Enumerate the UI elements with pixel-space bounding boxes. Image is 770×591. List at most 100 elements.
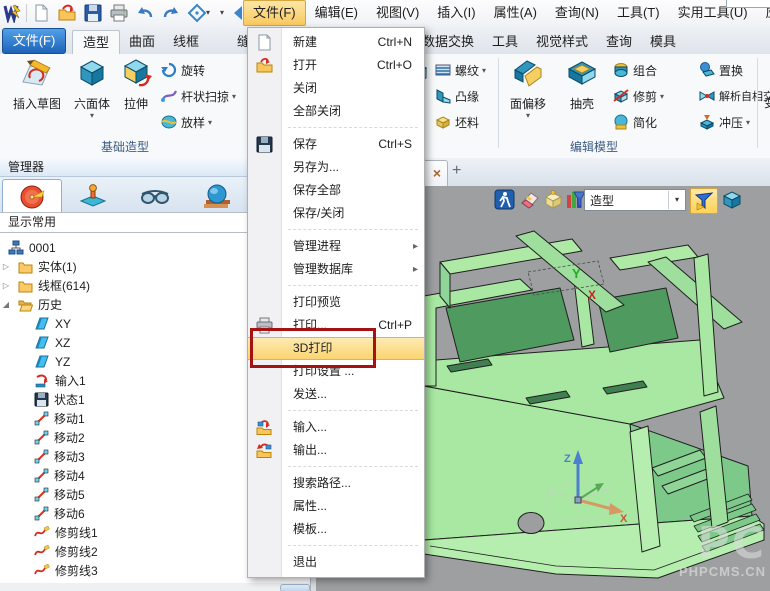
- color-filter-icon[interactable]: [565, 189, 586, 210]
- thread-button[interactable]: 螺纹▾: [434, 60, 486, 80]
- sphere-icon: [202, 182, 232, 210]
- menu-separator: [288, 410, 418, 412]
- ribbon-tab-tools[interactable]: 工具: [484, 30, 526, 53]
- menu-item-save-all[interactable]: 保存全部: [248, 179, 424, 202]
- menubar-item-file[interactable]: 文件(F): [243, 0, 306, 26]
- move-icon: [34, 487, 49, 502]
- customize-toolbar-icon[interactable]: ▾: [216, 3, 228, 23]
- redo-icon[interactable]: [161, 3, 181, 23]
- extrude-button[interactable]: 拉伸: [116, 56, 156, 112]
- open-file-icon[interactable]: [57, 3, 77, 23]
- menu-separator: [288, 285, 418, 287]
- undo-icon[interactable]: [135, 3, 155, 23]
- partial-ribbon-button[interactable]: 变: [764, 94, 770, 111]
- datum-box-icon[interactable]: [543, 189, 564, 210]
- ribbon-tab-surface[interactable]: 曲面: [120, 30, 164, 53]
- tab-visual-style-manager[interactable]: [126, 179, 184, 212]
- view-gesture-icon[interactable]: [187, 3, 207, 23]
- new-tab-button[interactable]: +: [452, 162, 461, 180]
- menu-item-open[interactable]: 打开Ctrl+O: [248, 54, 424, 77]
- trim-button[interactable]: 修剪▾: [612, 86, 664, 106]
- menu-item-save-as[interactable]: 另存为...: [248, 156, 424, 179]
- new-file-icon[interactable]: [31, 3, 51, 23]
- scrollbar-thumb[interactable]: [280, 584, 310, 591]
- loft-button[interactable]: 放样▾: [160, 112, 212, 132]
- dropdown-arrow-icon[interactable]: ▾: [660, 92, 664, 101]
- menu-item-exit[interactable]: 退出: [248, 551, 424, 574]
- menu-item-print[interactable]: 打印...Ctrl+P: [248, 314, 424, 337]
- import-icon: [256, 419, 273, 436]
- shaded-display-button[interactable]: [720, 189, 744, 211]
- menu-item-print-preview[interactable]: 打印预览: [248, 291, 424, 314]
- menu-item-new[interactable]: 新建Ctrl+N: [248, 31, 424, 54]
- menu-item-template[interactable]: 模板...: [248, 518, 424, 541]
- dropdown-arrow-icon[interactable]: ▾: [502, 112, 554, 120]
- stock-button[interactable]: 坯料: [434, 112, 479, 132]
- menubar-item-inquire[interactable]: 查询(N): [546, 0, 608, 26]
- menubar-item-attribute[interactable]: 属性(A): [485, 0, 546, 26]
- floating-window-fragment: [726, 0, 770, 8]
- rod-sweep-icon: [160, 87, 178, 105]
- menu-item-save-close[interactable]: 保存/关闭: [248, 202, 424, 225]
- chevron-down-icon: ▾: [668, 191, 685, 209]
- menu-item-close-all[interactable]: 全部关闭: [248, 100, 424, 123]
- menubar-item-view[interactable]: 视图(V): [367, 0, 428, 26]
- stock-icon: [434, 113, 452, 131]
- menu-item-import[interactable]: 输入...: [248, 416, 424, 439]
- menu-item-close[interactable]: 关闭: [248, 77, 424, 100]
- ribbon-tab-inquire[interactable]: 查询: [598, 30, 640, 53]
- menu-item-search-path[interactable]: 搜索路径...: [248, 472, 424, 495]
- menu-item-save[interactable]: 保存Ctrl+S: [248, 133, 424, 156]
- menu-item-export[interactable]: 输出...: [248, 439, 424, 462]
- resolve-self-intersection-button[interactable]: 解析自相交: [698, 86, 770, 106]
- trim-curve-icon: [34, 544, 50, 559]
- close-tab-icon[interactable]: ×: [433, 164, 441, 182]
- face-offset-button[interactable]: 面偏移 ▾: [502, 56, 554, 120]
- ribbon-tab-visual-style[interactable]: 视觉样式: [528, 30, 596, 53]
- tree-horizontal-scrollbar[interactable]: [0, 583, 310, 591]
- menubar-item-insert[interactable]: 插入(I): [428, 0, 484, 26]
- expander-icon[interactable]: ◢: [0, 300, 12, 309]
- menu-item-send[interactable]: 发送...: [248, 383, 424, 406]
- filter-toggle-button[interactable]: [690, 188, 718, 214]
- ribbon-tab-mold[interactable]: 模具: [642, 30, 684, 53]
- expander-icon[interactable]: ▷: [0, 262, 12, 271]
- tab-history-manager[interactable]: [2, 179, 62, 213]
- dropdown-arrow-icon[interactable]: ▾: [482, 66, 486, 75]
- menu-item-3d-print[interactable]: 3D打印: [248, 337, 424, 360]
- menubar-item-edit[interactable]: 编辑(E): [306, 0, 367, 26]
- insert-sketch-button[interactable]: 插入草图: [6, 56, 68, 112]
- menu-item-print-setup[interactable]: 打印设置 ...: [248, 360, 424, 383]
- combine-button[interactable]: 组合: [612, 60, 657, 80]
- menubar-item-tools[interactable]: 工具(T): [608, 0, 669, 26]
- dropdown-arrow-icon[interactable]: ▾: [70, 112, 114, 120]
- gesture-dropdown-icon[interactable]: ▾: [206, 3, 216, 23]
- save-icon[interactable]: [83, 3, 103, 23]
- expander-icon[interactable]: ▷: [0, 281, 12, 290]
- simplify-button[interactable]: 简化: [612, 112, 657, 132]
- ribbon-tab-wireframe[interactable]: 线框: [164, 30, 208, 53]
- walkthrough-icon[interactable]: [494, 189, 515, 210]
- menu-item-properties[interactable]: 属性...: [248, 495, 424, 518]
- dropdown-arrow-icon[interactable]: ▾: [746, 118, 750, 127]
- eraser-icon[interactable]: [519, 189, 540, 210]
- ribbon-file-button[interactable]: 文件(F): [2, 28, 66, 54]
- replace-button[interactable]: 置换: [698, 60, 743, 80]
- flange-button[interactable]: 凸缘: [434, 86, 479, 106]
- folder-open-icon: [18, 298, 33, 312]
- shell-button[interactable]: 抽壳: [558, 56, 606, 112]
- menu-item-manage-session[interactable]: 管理进程▸: [248, 235, 424, 258]
- revolve-button[interactable]: 旋转: [160, 60, 205, 80]
- print-icon[interactable]: [109, 3, 129, 23]
- app-logo-icon: [3, 3, 23, 23]
- ribbon-tab-shape[interactable]: 造型: [72, 30, 120, 55]
- level-filter-combo[interactable]: 造型 ▾: [584, 189, 686, 211]
- rod-sweep-button[interactable]: 杆状扫掠▾: [160, 86, 236, 106]
- dropdown-arrow-icon[interactable]: ▾: [208, 118, 212, 127]
- punch-button[interactable]: 冲压▾: [698, 112, 750, 132]
- tab-assembly-manager[interactable]: [64, 179, 122, 212]
- tab-view-manager[interactable]: [188, 179, 246, 212]
- menu-item-manage-database[interactable]: 管理数据库▸: [248, 258, 424, 281]
- dropdown-arrow-icon[interactable]: ▾: [232, 92, 236, 101]
- box-button[interactable]: 六面体 ▾: [70, 56, 114, 120]
